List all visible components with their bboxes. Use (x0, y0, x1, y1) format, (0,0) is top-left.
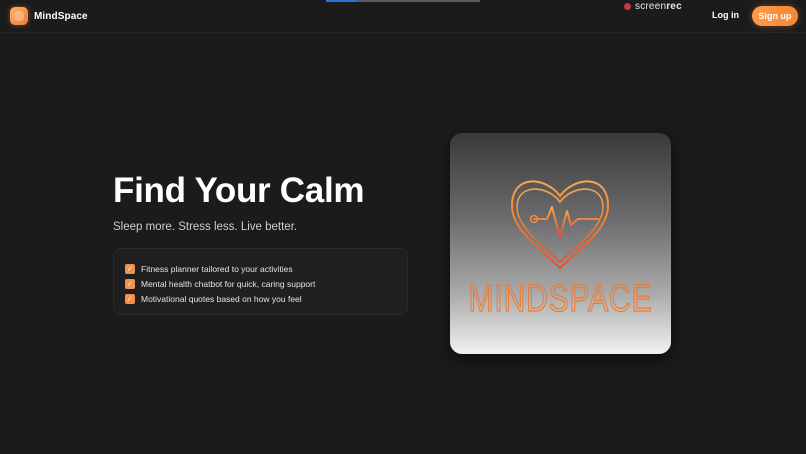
hero-title: Find Your Calm (113, 171, 365, 210)
brand-name: MindSpace (34, 10, 88, 22)
feature-item: ✓ Motivational quotes based on how you f… (125, 291, 407, 306)
feature-list: ✓ Fitness planner tailored to your activ… (113, 248, 408, 315)
brand-logo-icon (10, 7, 28, 25)
recorder-text-light: screen (635, 1, 667, 12)
hero-subtitle: Sleep more. Stress less. Live better. (113, 221, 298, 233)
logo-wordmark: MINDSPACE (469, 278, 653, 320)
checkbox-checked-icon: ✓ (125, 278, 135, 289)
recording-progress-fill (326, 0, 357, 2)
feature-item: ✓ Fitness planner tailored to your activ… (125, 261, 407, 276)
screen-recorder-badge: screenrec (624, 1, 682, 12)
signup-button[interactable]: Sign up (752, 6, 798, 26)
logo-card: MINDSPACE (450, 133, 671, 354)
login-button[interactable]: Log in (712, 10, 739, 20)
brand[interactable]: MindSpace (10, 7, 88, 25)
checkbox-checked-icon: ✓ (125, 263, 135, 274)
feature-item: ✓ Mental health chatbot for quick, carin… (125, 276, 407, 291)
screen-recorder-label: screenrec (635, 1, 682, 12)
recording-progress-bar (326, 0, 480, 2)
feature-text: Mental health chatbot for quick, caring … (141, 278, 316, 289)
heart-pulse-icon: MINDSPACE (468, 180, 653, 321)
recorder-text-bold: rec (666, 1, 682, 12)
top-navigation-bar: MindSpace screenrec Log in Sign up (0, 0, 806, 33)
record-dot-icon (624, 3, 631, 10)
feature-text: Motivational quotes based on how you fee… (141, 293, 302, 304)
feature-text: Fitness planner tailored to your activit… (141, 263, 293, 274)
checkbox-checked-icon: ✓ (125, 293, 135, 304)
